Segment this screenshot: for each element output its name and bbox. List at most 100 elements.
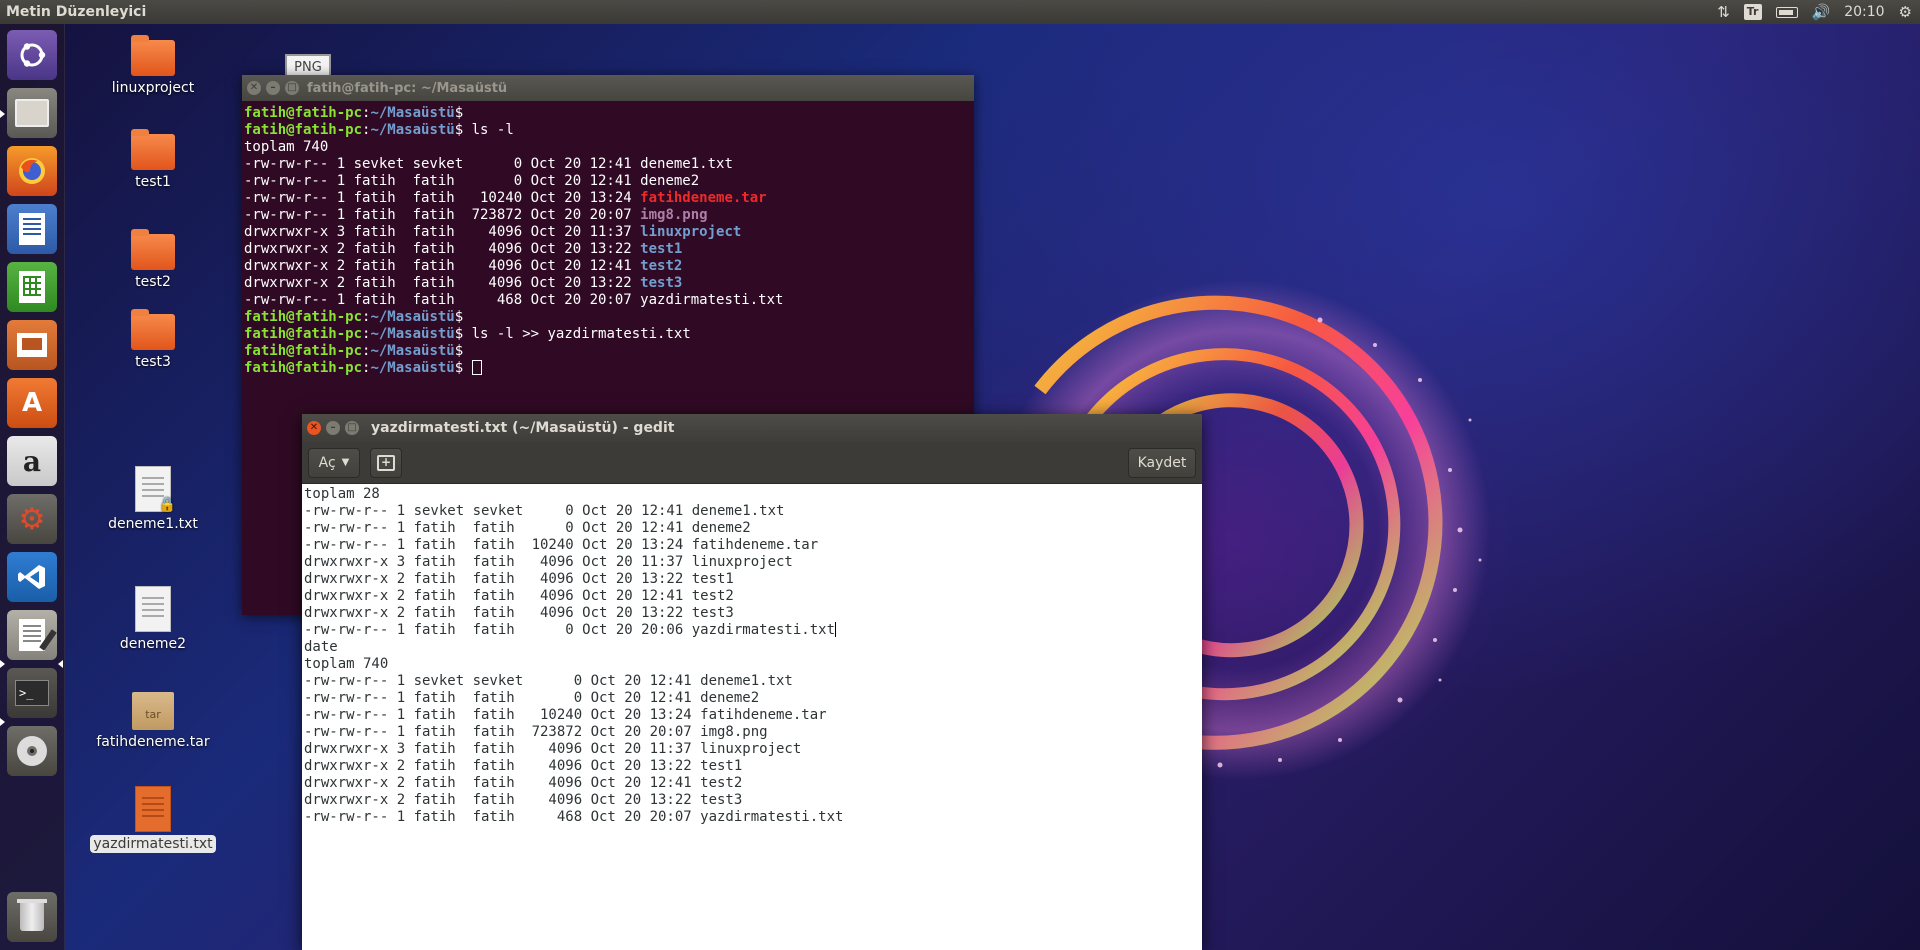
gedit-line: -rw-rw-r-- 1 fatih fatih 10240 Oct 20 13…	[304, 537, 819, 553]
desktop-screen: Metin Düzenleyici ⇅ Tr 🔊 20:10 ⚙ A a ⚙ >…	[0, 0, 1920, 950]
clock[interactable]: 20:10	[1844, 4, 1884, 20]
gedit-line: -rw-rw-r-- 1 fatih fatih 0 Oct 20 20:06 …	[304, 622, 837, 638]
prompt-user: fatih@fatih-pc	[244, 309, 363, 325]
gedit-line: drwxrwxr-x 3 fatih fatih 4096 Oct 20 11:…	[304, 741, 802, 757]
gedit-line: -rw-rw-r-- 1 fatih fatih 0 Oct 20 12:41 …	[304, 520, 751, 536]
text-file-icon	[135, 786, 171, 832]
ls-row-name: deneme1.txt	[640, 156, 733, 172]
keyboard-layout-indicator[interactable]: Tr	[1743, 4, 1762, 20]
desktop-icon-deneme2[interactable]: deneme2	[88, 586, 218, 652]
trash-icon[interactable]	[7, 892, 57, 942]
terminal-icon[interactable]: >_	[7, 668, 57, 718]
amazon-icon[interactable]: a	[7, 436, 57, 486]
terminal-output[interactable]: fatih@fatih-pc:~/Masaüstü$ fatih@fatih-pc…	[242, 101, 974, 381]
impress-icon[interactable]	[7, 320, 57, 370]
software-center-icon[interactable]: A	[7, 378, 57, 428]
prompt-sign: $	[454, 343, 464, 359]
gedit-line: -rw-rw-r-- 1 sevket sevket 0 Oct 20 12:4…	[304, 503, 785, 519]
battery-icon[interactable]	[1775, 6, 1798, 18]
focused-indicator	[58, 660, 63, 668]
running-indicator	[0, 110, 5, 118]
settings-gear-icon[interactable]: ⚙	[1899, 2, 1912, 22]
gedit-line: drwxrwxr-x 2 fatih fatih 4096 Oct 20 13:…	[304, 792, 743, 808]
desktop-icon-fatihdeneme-tar[interactable]: tar fatihdeneme.tar	[88, 692, 218, 750]
ls-row-meta: drwxrwxr-x 2 fatih fatih 4096 Oct 20 12:…	[244, 258, 641, 274]
terminal-line: fatih@fatih-pc:~/Masaüstü$ ls -l	[244, 122, 972, 139]
save-button[interactable]: Kaydet	[1128, 447, 1196, 478]
disc-icon[interactable]	[7, 726, 57, 776]
gedit-line: toplam 28	[304, 486, 380, 502]
volume-icon[interactable]: 🔊	[1812, 2, 1831, 22]
prompt-user: fatih@fatih-pc	[244, 122, 363, 138]
calc-icon[interactable]	[7, 262, 57, 312]
ls-row-meta: -rw-rw-r-- 1 sevket sevket 0 Oct 20 12:4…	[244, 156, 641, 172]
folder-icon	[131, 129, 175, 170]
ls-row-meta: -rw-rw-r-- 1 fatih fatih 468 Oct 20 20:0…	[244, 292, 641, 308]
writer-icon[interactable]	[7, 204, 57, 254]
ls-row-name: yazdirmatesti.txt	[640, 292, 784, 308]
close-icon[interactable]: ✕	[247, 81, 261, 95]
archive-icon: tar	[132, 692, 174, 730]
desktop-icon-linuxproject[interactable]: linuxproject	[88, 35, 218, 96]
gedit-line: -rw-rw-r-- 1 fatih fatih 10240 Oct 20 13…	[304, 707, 827, 723]
ls-row-meta: drwxrwxr-x 2 fatih fatih 4096 Oct 20 13:…	[244, 275, 641, 291]
gedit-window[interactable]: ✕ – □ yazdirmatesti.txt (~/Masaüstü) - g…	[302, 414, 1202, 950]
terminal-line: fatih@fatih-pc:~/Masaüstü$	[244, 343, 972, 360]
ls-row-name: fatihdeneme.tar	[640, 190, 767, 206]
terminal-line: drwxrwxr-x 3 fatih fatih 4096 Oct 20 11:…	[244, 224, 972, 241]
prompt-path: ~/Masaüstü	[370, 122, 455, 138]
terminal-line: fatih@fatih-pc:~/Masaüstü$	[244, 105, 972, 122]
terminal-line: -rw-rw-r-- 1 fatih fatih 0 Oct 20 12:41 …	[244, 173, 972, 190]
desktop-icon-label: yazdirmatesti.txt	[90, 835, 216, 853]
prompt-command: ls -l >> yazdirmatesti.txt	[463, 326, 691, 342]
folder-icon	[131, 309, 175, 350]
gedit-toolbar: Aç ▼ + Kaydet	[302, 442, 1202, 484]
firefox-icon[interactable]	[7, 146, 57, 196]
terminal-line: -rw-rw-r-- 1 fatih fatih 468 Oct 20 20:0…	[244, 292, 972, 309]
desktop-icon-test1[interactable]: test1	[88, 129, 218, 190]
text-editor-icon[interactable]	[7, 610, 57, 660]
close-icon[interactable]: ✕	[307, 421, 321, 435]
prompt-user: fatih@fatih-pc	[244, 343, 363, 359]
maximize-icon[interactable]: □	[285, 81, 299, 95]
ls-row-meta: -rw-rw-r-- 1 fatih fatih 723872 Oct 20 2…	[244, 207, 641, 223]
gedit-text-area[interactable]: toplam 28 -rw-rw-r-- 1 sevket sevket 0 Oc…	[302, 484, 1202, 828]
desktop-icon-deneme1[interactable]: 🔒 deneme1.txt	[88, 466, 218, 532]
prompt-user: fatih@fatih-pc	[244, 105, 363, 121]
text-file-icon	[135, 586, 171, 632]
new-tab-button[interactable]: +	[370, 447, 402, 478]
desktop-icon-test2[interactable]: test2	[88, 229, 218, 290]
terminal-line: fatih@fatih-pc:~/Masaüstü$	[244, 309, 972, 326]
terminal-line: -rw-rw-r-- 1 sevket sevket 0 Oct 20 12:4…	[244, 156, 972, 173]
prompt-sign: $	[454, 105, 464, 121]
desktop-icon-test3[interactable]: test3	[88, 309, 218, 370]
terminal-titlebar[interactable]: ✕ – □ fatih@fatih-pc: ~/Masaüstü	[242, 75, 974, 101]
network-icon[interactable]: ⇅	[1717, 2, 1730, 22]
prompt-user: fatih@fatih-pc	[244, 326, 363, 342]
minimize-icon[interactable]: –	[266, 81, 280, 95]
gedit-line: drwxrwxr-x 2 fatih fatih 4096 Oct 20 13:…	[304, 758, 743, 774]
settings-tools-icon[interactable]: ⚙	[7, 494, 57, 544]
open-button[interactable]: Aç ▼	[308, 447, 360, 478]
gedit-line: drwxrwxr-x 2 fatih fatih 4096 Oct 20 12:…	[304, 588, 734, 604]
save-button-label: Kaydet	[1137, 454, 1187, 471]
vscode-icon[interactable]	[7, 552, 57, 602]
gedit-line: date	[304, 639, 338, 655]
ls-row-meta: drwxrwxr-x 2 fatih fatih 4096 Oct 20 13:…	[244, 241, 641, 257]
terminal-title: fatih@fatih-pc: ~/Masaüstü	[307, 80, 508, 96]
folder-icon	[131, 35, 175, 76]
desktop-icon-label: linuxproject	[111, 80, 195, 96]
file-manager-icon[interactable]	[7, 88, 57, 138]
ubuntu-logo-icon[interactable]	[7, 30, 57, 80]
open-button-label: Aç	[318, 454, 336, 471]
minimize-icon[interactable]: –	[326, 421, 340, 435]
gedit-titlebar[interactable]: ✕ – □ yazdirmatesti.txt (~/Masaüstü) - g…	[302, 414, 1202, 442]
ls-row-meta: drwxrwxr-x 3 fatih fatih 4096 Oct 20 11:…	[244, 224, 641, 240]
gedit-line: -rw-rw-r-- 1 fatih fatih 723872 Oct 20 2…	[304, 724, 768, 740]
text-file-icon: 🔒	[135, 466, 176, 513]
prompt-path: ~/Masaüstü	[370, 309, 455, 325]
maximize-icon[interactable]: □	[345, 421, 359, 435]
desktop-icon-yazdirmatesti[interactable]: yazdirmatesti.txt	[88, 786, 218, 853]
prompt-path: ~/Masaüstü	[370, 360, 455, 376]
